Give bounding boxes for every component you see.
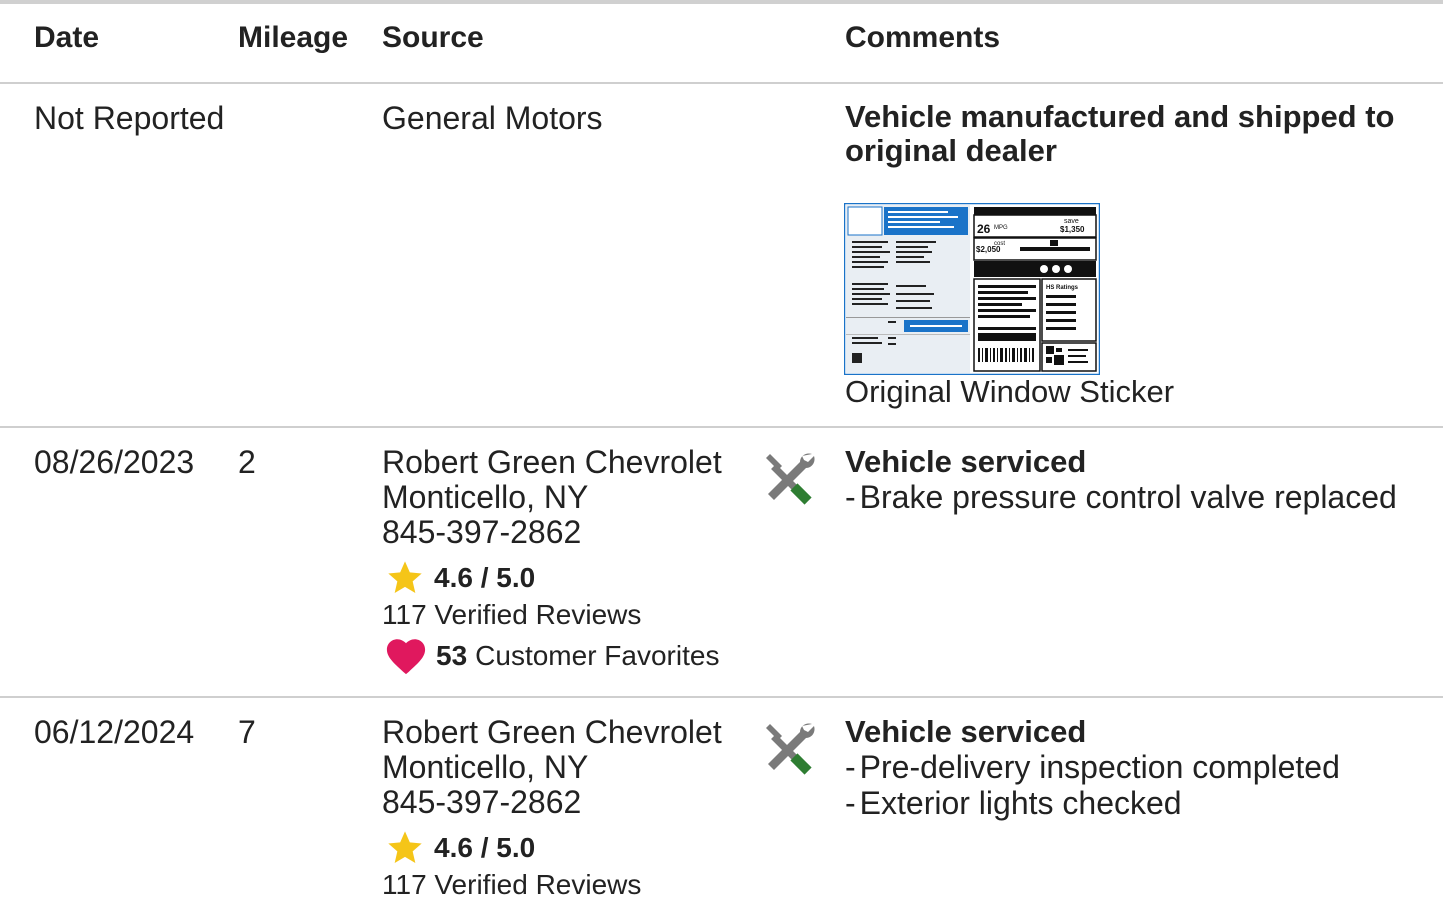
svg-text:$1,350: $1,350 — [1060, 225, 1085, 234]
favorites-label: Customer Favorites — [475, 640, 720, 671]
dealer-rating[interactable]: 4.6 / 5.0 — [384, 558, 535, 598]
row-divider — [0, 426, 1443, 428]
column-header-mileage[interactable]: Mileage — [238, 20, 348, 56]
row-date: Not Reported — [34, 100, 225, 136]
service-item-text: Brake pressure control valve replaced — [859, 479, 1397, 515]
column-header-source[interactable]: Source — [382, 20, 484, 56]
service-item: - Pre-delivery inspection completed — [845, 749, 1340, 785]
dealer-phone-link[interactable]: 845-397-2862 — [382, 514, 581, 550]
heart-icon — [386, 639, 426, 675]
dealer-rating[interactable]: 4.6 / 5.0 — [384, 828, 535, 868]
row-date: 08/26/2023 — [34, 444, 195, 480]
service-tools-icon — [766, 723, 815, 775]
verified-reviews-link[interactable]: 117 Verified Reviews — [382, 869, 641, 901]
customer-favorites[interactable]: 53 Customer Favorites — [384, 636, 719, 676]
row-mileage: 7 — [238, 714, 256, 750]
top-border — [0, 0, 1443, 4]
rating-value: 4.6 / 5.0 — [434, 562, 536, 593]
dealer-name-link[interactable]: Robert Green Chevrolet — [382, 444, 722, 480]
bullet-dash: - — [845, 749, 856, 785]
comment-title: Vehicle serviced — [845, 444, 1087, 479]
service-item-text: Pre-delivery inspection completed — [859, 749, 1340, 785]
svg-text:26: 26 — [977, 222, 991, 236]
row-source: General Motors — [382, 100, 603, 136]
window-sticker-thumbnail[interactable]: 26 MPG save $1,350 $2,050 cost HS Rating… — [844, 203, 1100, 375]
star-icon — [388, 561, 422, 593]
comment-title: Vehicle serviced — [845, 714, 1087, 749]
row-divider — [0, 696, 1443, 698]
row-mileage: 2 — [238, 444, 256, 480]
dealer-location: Monticello, NY — [382, 749, 589, 785]
bullet-dash: - — [845, 785, 856, 821]
dealer-name-link[interactable]: Robert Green Chevrolet — [382, 714, 722, 750]
svg-text:save: save — [1064, 218, 1079, 225]
column-header-date[interactable]: Date — [34, 20, 99, 56]
header-divider — [0, 82, 1443, 84]
svg-text:MPG: MPG — [994, 225, 1008, 231]
service-item: - Exterior lights checked — [845, 785, 1182, 821]
service-tools-icon — [766, 453, 815, 505]
favorites-count: 53 — [436, 640, 468, 671]
star-icon — [388, 831, 422, 863]
svg-text:cost: cost — [994, 241, 1005, 247]
svg-text:HS Ratings: HS Ratings — [1046, 285, 1079, 291]
verified-reviews-link[interactable]: 117 Verified Reviews — [382, 599, 641, 631]
bullet-dash: - — [845, 479, 856, 515]
service-item-text: Exterior lights checked — [859, 785, 1182, 821]
dealer-phone-link[interactable]: 845-397-2862 — [382, 784, 581, 820]
row-date: 06/12/2024 — [34, 714, 195, 750]
column-header-comments[interactable]: Comments — [845, 20, 1000, 56]
window-sticker-link[interactable]: Original Window Sticker — [845, 374, 1174, 410]
comment-title: Vehicle manufactured and shipped to orig… — [845, 99, 1395, 168]
service-item: - Brake pressure control valve replaced — [845, 479, 1397, 515]
dealer-location: Monticello, NY — [382, 479, 589, 515]
rating-value: 4.6 / 5.0 — [434, 832, 536, 863]
